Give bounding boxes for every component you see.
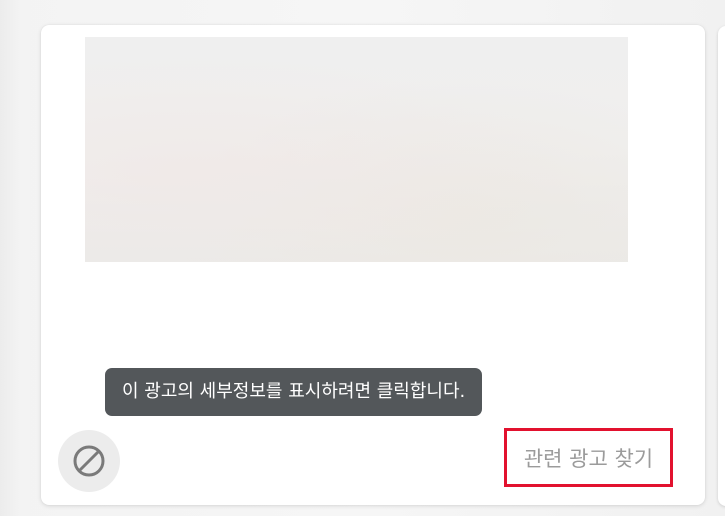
previous-card-edge bbox=[0, 0, 20, 516]
block-icon bbox=[72, 444, 106, 478]
ad-details-tooltip: 이 광고의 세부정보를 표시하려면 클릭합니다. bbox=[105, 368, 483, 416]
ad-viewer: 이 광고의 세부정보를 표시하려면 클릭합니다. 관련 광고 찾기 bbox=[0, 0, 725, 516]
next-card-edge[interactable] bbox=[718, 26, 725, 506]
find-related-ads-link[interactable]: 관련 광고 찾기 bbox=[504, 428, 673, 487]
related-ads-label: 관련 광고 찾기 bbox=[523, 446, 654, 471]
tooltip-text: 이 광고의 세부정보를 표시하려면 클릭합니다. bbox=[122, 381, 466, 402]
ad-image[interactable] bbox=[85, 37, 628, 262]
block-ad-button[interactable] bbox=[58, 430, 120, 492]
ad-card[interactable]: 이 광고의 세부정보를 표시하려면 클릭합니다. 관련 광고 찾기 bbox=[41, 25, 705, 505]
